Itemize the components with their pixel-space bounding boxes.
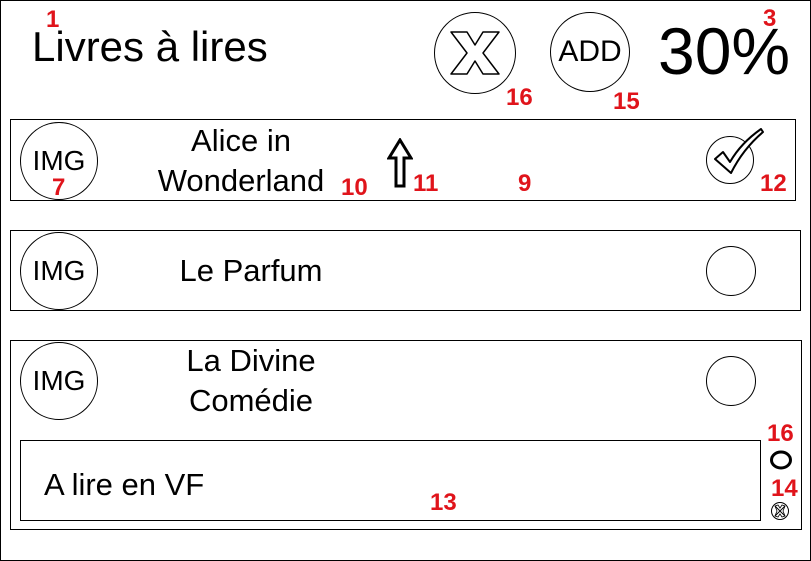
book-cover-image: IMG [20,342,98,420]
book-card[interactable]: IMG Alice in Wonderland [10,119,796,201]
delete-button[interactable] [434,12,516,94]
note-text: A lire en VF [44,467,205,502]
page-title: Livres à lires [32,23,268,70]
book-title: Alice in Wonderland [157,123,325,199]
annotation-label: 1 [46,6,60,33]
annotation-label: 16 [506,84,533,111]
x-icon [450,31,500,75]
annotation-label: 9 [518,170,532,197]
book-done-toggle[interactable] [706,246,756,296]
checkmark-icon [714,128,764,174]
annotation-label: 3 [763,5,777,32]
book-note-field[interactable]: A lire en VF [20,440,761,521]
small-ring-icon[interactable] [769,449,793,471]
annotation-label: 13 [430,489,457,516]
add-button[interactable]: ADD [550,12,630,92]
small-x-icon[interactable] [770,501,790,521]
book-done-toggle[interactable] [706,356,756,406]
annotation-label: 12 [760,170,787,197]
annotation-label: 15 [613,88,640,115]
book-cover-image: IMG [20,232,98,310]
annotation-label: 11 [413,170,439,197]
annotation-label: 7 [52,174,66,201]
book-title: La Divine Comédie [186,343,316,419]
book-done-toggle[interactable] [706,128,764,184]
up-arrow-icon[interactable] [387,138,413,188]
annotation-label: 16 [767,420,794,447]
book-title: Le Parfum [179,253,323,288]
annotation-label: 14 [771,475,798,502]
book-card[interactable]: IMG Le Parfum [10,230,801,311]
annotation-label: 10 [341,174,368,201]
